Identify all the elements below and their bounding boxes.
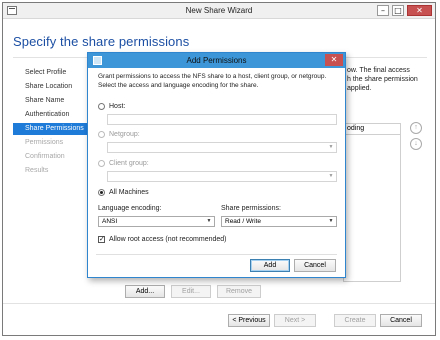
down-arrow-icon[interactable]: ↓ [410,138,422,150]
share-permissions-label: Share permissions: [221,205,281,212]
wizard-title: New Share Wizard [185,6,253,15]
language-encoding-select[interactable]: ANSI ▼ [98,216,215,227]
edit-permission-button[interactable]: Edit... [171,285,211,298]
description-line: applied. [347,85,372,92]
description-line: h the share permission [347,76,418,83]
dialog-intro-line2: Select the access and language encoding … [98,82,259,89]
maximize-button[interactable]: □ [392,5,404,16]
client-group-label: Client group: [109,160,149,167]
previous-button[interactable]: < Previous [228,314,270,327]
add-permission-button[interactable]: Add... [125,285,165,298]
language-encoding-label: Language encoding: [98,205,162,212]
nav-item-results: Results [25,167,49,174]
minimize-button[interactable]: – [377,5,389,16]
client-group-select[interactable]: ▼ [107,171,337,182]
next-button[interactable]: Next > [274,314,316,327]
chevron-down-icon: ▼ [328,218,334,224]
all-machines-label: All Machines [109,189,149,196]
wizard-cancel-button[interactable]: Cancel [380,314,422,327]
dialog-add-button[interactable]: Add [250,259,290,272]
nav-item-share-permissions[interactable]: Share Permissions [13,123,89,135]
nav-item-share-location[interactable]: Share Location [13,81,89,93]
chevron-down-icon: ▼ [206,218,212,224]
dialog-cancel-button[interactable]: Cancel [294,259,336,272]
wizard-titlebar[interactable]: New Share Wizard – □ ✕ [3,3,435,19]
dialog-title: Add Permissions [186,56,247,65]
remove-permission-button[interactable]: Remove [217,285,261,298]
chevron-down-icon: ▼ [328,144,334,150]
host-input[interactable] [107,114,337,125]
nav-item-authentication[interactable]: Authentication [13,109,89,121]
language-encoding-value: ANSI [102,218,118,225]
page-heading: Specify the share permissions [13,34,190,49]
description-line: ow. The final access [347,67,410,74]
up-arrow-icon[interactable]: ↑ [410,122,422,134]
footer-divider [3,303,435,304]
nav-item-confirmation: Confirmation [25,153,65,160]
create-button[interactable]: Create [334,314,376,327]
permissions-table[interactable] [343,134,401,282]
netgroup-select[interactable]: ▼ [107,142,337,153]
dialog-titlebar[interactable]: Add Permissions ✕ [88,53,345,68]
nav-item-select-profile[interactable]: Select Profile [13,67,89,79]
close-button[interactable]: ✕ [407,5,432,16]
dialog-divider [96,254,337,255]
netgroup-radio[interactable] [98,131,105,138]
host-label: Host: [109,103,126,110]
nav-item-permissions: Permissions [25,139,64,146]
share-permissions-value: Read / Write [225,218,262,225]
allow-root-access-checkbox[interactable]: ✓ [98,236,105,243]
dialog-intro-line1: Grant permissions to access the NFS shar… [98,73,327,80]
netgroup-label: Netgroup: [109,131,140,138]
dialog-close-button[interactable]: ✕ [325,54,343,66]
share-permissions-select[interactable]: Read / Write ▼ [221,216,337,227]
nav-item-share-name[interactable]: Share Name [13,95,89,107]
client-group-radio[interactable] [98,160,105,167]
chevron-down-icon: ▼ [328,173,334,179]
all-machines-radio[interactable] [98,189,105,196]
allow-root-access-label: Allow root access (not recommended) [109,236,227,243]
add-permissions-dialog: Add Permissions ✕ Grant permissions to a… [87,52,346,278]
host-radio[interactable] [98,103,105,110]
